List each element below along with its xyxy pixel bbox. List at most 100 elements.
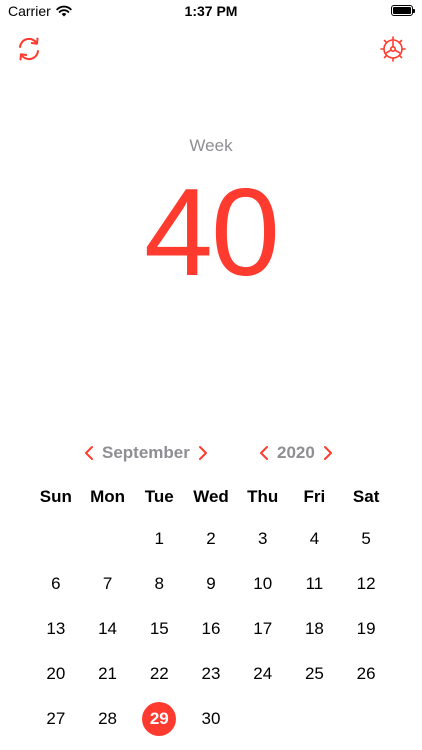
- weekday-label: Sun: [39, 487, 72, 506]
- day-cell[interactable]: 19: [340, 606, 392, 651]
- weekday-label: Wed: [193, 487, 229, 506]
- next-year-button[interactable]: [321, 444, 335, 462]
- day-cell[interactable]: 27: [30, 696, 82, 741]
- day-cell[interactable]: 16: [185, 606, 237, 651]
- day-cell[interactable]: 21: [82, 651, 134, 696]
- selected-day-cell[interactable]: 29: [133, 696, 185, 741]
- day-cell[interactable]: 22: [133, 651, 185, 696]
- day-number: 18: [304, 618, 324, 638]
- day-number: 6: [51, 573, 61, 593]
- day-number: 10: [253, 573, 273, 593]
- day-number: 12: [356, 573, 376, 593]
- day-cell[interactable]: 25: [289, 651, 341, 696]
- status-bar: Carrier 1:37 PM: [0, 0, 422, 24]
- day-cell[interactable]: 8: [133, 561, 185, 606]
- day-number: 20: [46, 663, 66, 683]
- day-number: 8: [154, 573, 165, 593]
- day-number: 22: [149, 663, 169, 683]
- empty-day-cell: [340, 696, 392, 741]
- day-number: 5: [361, 528, 371, 548]
- day-cell[interactable]: 13: [30, 606, 82, 651]
- battery-icon: [391, 5, 415, 16]
- day-number: 30: [201, 708, 221, 728]
- empty-day-cell: [237, 696, 289, 741]
- day-number: 26: [356, 663, 376, 683]
- day-cell[interactable]: 2: [185, 516, 237, 561]
- day-cell[interactable]: 1: [133, 516, 185, 561]
- day-number: 7: [102, 573, 113, 593]
- day-cell[interactable]: 20: [30, 651, 82, 696]
- weekday-label: Sat: [352, 487, 380, 506]
- day-number: 23: [201, 663, 221, 683]
- day-number: 28: [98, 708, 118, 728]
- chevron-right-icon: [323, 446, 332, 460]
- settings-button[interactable]: [378, 34, 408, 64]
- day-cell[interactable]: 10: [237, 561, 289, 606]
- day-cell[interactable]: 9: [185, 561, 237, 606]
- day-cell[interactable]: 4: [289, 516, 341, 561]
- day-number: 9: [206, 573, 216, 593]
- day-cell[interactable]: 24: [237, 651, 289, 696]
- day-cell[interactable]: 7: [82, 561, 134, 606]
- day-cell[interactable]: 5: [340, 516, 392, 561]
- day-cell[interactable]: 17: [237, 606, 289, 651]
- day-number: 16: [201, 618, 221, 638]
- month-picker: September: [82, 441, 210, 465]
- chevron-right-icon: [198, 446, 207, 460]
- day-number: 21: [98, 663, 118, 683]
- day-number: 2: [206, 528, 216, 548]
- previous-month-button[interactable]: [82, 444, 96, 462]
- chevron-left-icon: [85, 446, 93, 460]
- empty-day-cell: [30, 516, 82, 561]
- month-label[interactable]: September: [96, 443, 196, 463]
- year-label[interactable]: 2020: [271, 443, 321, 463]
- day-cell[interactable]: 18: [289, 606, 341, 651]
- weekday-label: Fri: [303, 487, 326, 506]
- day-number: 29: [142, 701, 177, 736]
- day-number: 24: [253, 663, 273, 683]
- day-cell[interactable]: 14: [82, 606, 134, 651]
- day-cell[interactable]: 15: [133, 606, 185, 651]
- calendar-grid: Sun Mon Tue Wed Thu Fri Sat 1 2 3 4 5 6 7 8 9 10 1…: [30, 480, 392, 741]
- refresh-icon: [19, 37, 39, 61]
- calendar-weeks: 1 2 3 4 5 6 7 8 9 10 11 12 13 14 15 16 17 18 19 20 21 22 23 24 2…: [30, 516, 392, 741]
- previous-year-button[interactable]: [257, 444, 271, 462]
- empty-day-cell: [289, 696, 341, 741]
- day-cell[interactable]: 26: [340, 651, 392, 696]
- day-number: 11: [305, 573, 324, 593]
- weekday-label: Mon: [90, 487, 126, 506]
- day-cell[interactable]: 6: [30, 561, 82, 606]
- week-row: 20 21 22 23 24 25 26: [30, 651, 392, 696]
- day-cell[interactable]: 11: [289, 561, 341, 606]
- refresh-button[interactable]: [14, 34, 44, 64]
- day-number: 25: [304, 663, 324, 683]
- week-row: 13 14 15 16 17 18 19: [30, 606, 392, 651]
- day-number: 1: [154, 528, 165, 548]
- clock: 1:37 PM: [184, 3, 238, 19]
- day-number: 14: [98, 618, 118, 638]
- day-number: 27: [46, 708, 66, 728]
- day-cell[interactable]: 23: [185, 651, 237, 696]
- day-number: 13: [46, 618, 66, 638]
- day-cell[interactable]: 12: [340, 561, 392, 606]
- day-number: 4: [309, 528, 320, 548]
- week-row: 27 28 29 30: [30, 696, 392, 741]
- day-number: 19: [356, 618, 376, 638]
- year-picker: 2020: [257, 441, 335, 465]
- weekday-header-row: Sun Mon Tue Wed Thu Fri Sat: [30, 480, 392, 516]
- week-label: Week: [189, 136, 233, 155]
- weekday-label: Tue: [144, 487, 174, 506]
- day-cell[interactable]: 28: [82, 696, 134, 741]
- day-cell[interactable]: 30: [185, 696, 237, 741]
- day-number: 15: [149, 618, 169, 638]
- empty-day-cell: [82, 516, 134, 561]
- week-row: 1 2 3 4 5: [30, 516, 392, 561]
- settings-gear-icon: [380, 36, 406, 62]
- day-cell[interactable]: 3: [237, 516, 289, 561]
- week-row: 6 7 8 9 10 11 12: [30, 561, 392, 606]
- next-month-button[interactable]: [196, 444, 210, 462]
- week-number: 40: [144, 164, 280, 302]
- weekday-label: Thu: [247, 487, 279, 506]
- day-number: 3: [257, 528, 268, 548]
- chevron-left-icon: [260, 446, 268, 460]
